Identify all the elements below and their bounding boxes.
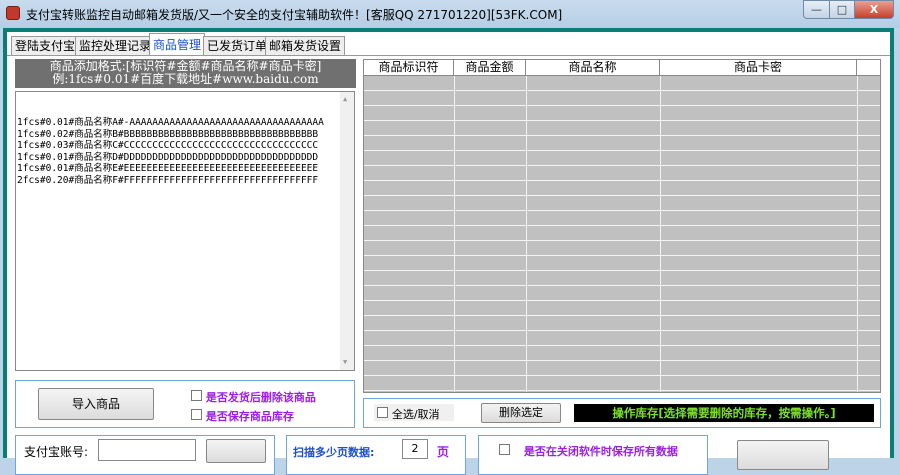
grid-column-line bbox=[857, 76, 858, 392]
tab-email-settings[interactable]: 邮箱发货设置 bbox=[265, 36, 346, 56]
product-input-textarea[interactable]: 1fcs#0.01#商品名称A#-AAAAAAAAAAAAAAAAAAAAAAA… bbox=[15, 91, 355, 371]
scroll-up-icon[interactable]: ▲ bbox=[343, 94, 347, 106]
grid-column-line bbox=[526, 76, 527, 392]
save-stock-label: 是否保存商品库存 bbox=[205, 410, 294, 423]
tab-shipped-orders[interactable]: 已发货订单 bbox=[203, 36, 272, 56]
delete-after-ship-checkbox[interactable] bbox=[191, 390, 202, 401]
column-header-amount[interactable]: 商品金额 bbox=[454, 60, 526, 75]
select-all-checkbox[interactable] bbox=[377, 407, 388, 418]
status-label: 操作库存[选择需要删除的库存，按需操作。] bbox=[574, 404, 874, 422]
grid-column-line bbox=[660, 76, 661, 392]
tab-monitor-log[interactable]: 监控处理记录 bbox=[75, 36, 156, 56]
column-header-card[interactable]: 商品卡密 bbox=[660, 60, 857, 75]
import-group: 导入商品 是否发货后删除该商品 是否保存商品库存 bbox=[15, 380, 355, 428]
window-title: 支付宝转账监控自动邮箱发货版/又一个安全的支付宝辅助软件！[客服QQ 27170… bbox=[26, 8, 563, 22]
account-button[interactable] bbox=[206, 439, 266, 463]
app-icon bbox=[6, 6, 20, 20]
delete-selected-button[interactable]: 删除选定 bbox=[481, 403, 561, 423]
delete-after-ship-option[interactable]: 是否发货后删除该商品 bbox=[191, 389, 316, 405]
scan-pages-label: 扫描多少页数据: bbox=[293, 446, 375, 459]
save-stock-checkbox[interactable] bbox=[191, 409, 202, 420]
bottom-action-button[interactable] bbox=[737, 440, 829, 470]
client-area: 登陆支付宝 监控处理记录 商品管理 已发货订单 邮箱发货设置 商品添加格式:[标… bbox=[3, 28, 894, 475]
scan-pages-unit: 页 bbox=[437, 445, 450, 459]
product-panel: 商品添加格式:[标识符#金额#商品名称#商品卡密] 例:1fcs#0.01#百度… bbox=[7, 55, 890, 475]
select-all-label: 全选/取消 bbox=[391, 408, 440, 421]
product-input-text: 1fcs#0.01#商品名称A#-AAAAAAAAAAAAAAAAAAAAAAA… bbox=[17, 117, 324, 186]
save-all-checkbox[interactable] bbox=[499, 444, 510, 455]
product-grid[interactable]: 商品标识符 商品金额 商品名称 商品卡密 bbox=[363, 59, 881, 393]
format-hint: 商品添加格式:[标识符#金额#商品名称#商品卡密] 例:1fcs#0.01#百度… bbox=[15, 59, 356, 88]
grid-body[interactable] bbox=[364, 76, 880, 392]
close-button[interactable]: X bbox=[854, 0, 894, 19]
grid-header: 商品标识符 商品金额 商品名称 商品卡密 bbox=[364, 60, 880, 76]
import-products-button[interactable]: 导入商品 bbox=[38, 388, 154, 420]
minimize-button[interactable]: — bbox=[803, 0, 830, 19]
grid-column-line bbox=[454, 76, 455, 392]
maximize-button[interactable]: □ bbox=[829, 0, 855, 19]
grid-actions-group: 全选/取消 删除选定 操作库存[选择需要删除的库存，按需操作。] bbox=[363, 398, 881, 428]
scroll-down-icon[interactable]: ▼ bbox=[343, 357, 347, 369]
delete-after-ship-label: 是否发货后删除该商品 bbox=[205, 391, 316, 404]
select-all-option[interactable]: 全选/取消 bbox=[374, 404, 454, 421]
format-hint-line2: 例:1fcs#0.01#百度下载地址#www.baidu.com bbox=[52, 72, 319, 86]
account-label: 支付宝账号: bbox=[24, 445, 89, 459]
column-header-name[interactable]: 商品名称 bbox=[526, 60, 660, 75]
account-group: 支付宝账号: bbox=[15, 435, 275, 475]
title-bar: 支付宝转账监控自动邮箱发货版/又一个安全的支付宝辅助软件！[客服QQ 27170… bbox=[0, 0, 900, 28]
column-header-id[interactable]: 商品标识符 bbox=[364, 60, 454, 75]
scan-pages-input[interactable]: 2 bbox=[402, 439, 428, 459]
vertical-scrollbar[interactable]: ▲ ▼ bbox=[340, 92, 354, 370]
tab-product-management[interactable]: 商品管理 bbox=[149, 33, 206, 56]
scan-group: 扫描多少页数据: 2 页 bbox=[286, 435, 466, 475]
save-all-label: 是否在关闭软件时保存所有数据 bbox=[523, 445, 678, 458]
save-all-option[interactable]: 是否在关闭软件时保存所有数据 bbox=[499, 443, 678, 459]
save-all-group: 是否在关闭软件时保存所有数据 bbox=[478, 435, 708, 475]
tab-login[interactable]: 登陆支付宝 bbox=[11, 36, 80, 56]
account-input[interactable] bbox=[98, 439, 196, 461]
save-stock-option[interactable]: 是否保存商品库存 bbox=[191, 408, 294, 424]
